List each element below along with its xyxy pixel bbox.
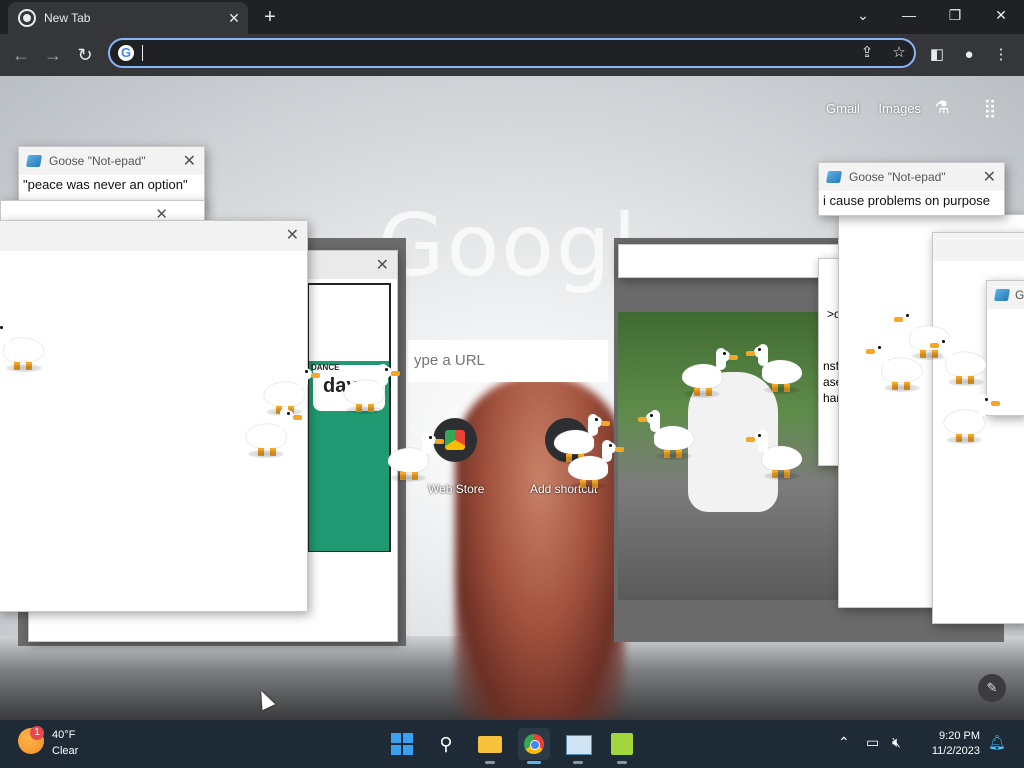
weather-temp[interactable]: 40°F <box>52 729 75 741</box>
chrome-icon <box>18 9 36 27</box>
tab-strip: New Tab ✕ + ⌄ — ❐ ✕ <box>0 0 1024 34</box>
chrome-taskbar-icon[interactable] <box>518 728 550 764</box>
goose-icon <box>382 432 444 482</box>
search-box[interactable]: ype a URL <box>408 340 608 382</box>
goose-photo-titlebar[interactable] <box>618 244 850 278</box>
minimize-button[interactable]: — <box>886 0 932 30</box>
web-store-label: Web Store <box>428 482 485 496</box>
labs-flask-icon[interactable]: ⚗ <box>932 98 952 118</box>
tab-title: New Tab <box>44 11 91 25</box>
goose-icon <box>746 430 808 480</box>
google-icon: G <box>118 45 134 61</box>
tab-search-button[interactable]: ⌄ <box>840 0 886 30</box>
forward-button[interactable]: → <box>40 42 66 68</box>
notepad-text[interactable]: "peace was never an option" <box>19 175 204 194</box>
close-tab-button[interactable]: ✕ <box>224 8 244 28</box>
reload-button[interactable]: ↻ <box>72 42 98 68</box>
close-icon[interactable]: ✕ <box>983 167 996 187</box>
notification-bell-icon[interactable]: 🔔︎ <box>988 734 1006 751</box>
tab-new-tab[interactable]: New Tab ✕ <box>8 2 248 34</box>
search-icon[interactable]: ⚲ <box>430 728 462 760</box>
goose-icon <box>240 408 302 458</box>
restore-button[interactable]: ❐ <box>932 0 978 30</box>
notepad-icon <box>825 171 843 183</box>
new-tab-button[interactable]: + <box>258 5 282 29</box>
close-icon[interactable]: ✕ <box>376 255 389 275</box>
window-titlebar[interactable] <box>933 233 1024 261</box>
file-explorer-icon[interactable] <box>474 728 506 764</box>
taskbar: 1 40°F Clear ⚲ ⌃ ▭ 🔇︎ 9:20 PM 11/2/2023 … <box>0 720 1024 768</box>
profile-icon[interactable]: ● <box>956 42 982 68</box>
side-panel-icon[interactable]: ◧ <box>924 42 950 68</box>
top-links: Gmail Images <box>812 100 921 118</box>
apps-grid-icon[interactable]: ⣿ <box>980 98 1000 118</box>
windows-start-icon[interactable] <box>386 728 418 760</box>
window-titlebar[interactable]: Goose "Not-epad" ✕ <box>19 147 204 175</box>
weather-badge: 1 <box>30 726 44 740</box>
weather-condition[interactable]: Clear <box>52 745 78 757</box>
bookmark-star-icon[interactable]: ☆ <box>886 40 912 66</box>
window-titlebar[interactable]: Goose "Not-epad" ✕ <box>819 163 1004 191</box>
goose-icon <box>338 364 400 414</box>
volume-muted-icon[interactable]: 🔇︎ <box>892 734 901 751</box>
close-icon[interactable]: ✕ <box>183 151 196 171</box>
images-link[interactable]: Images <box>878 101 921 116</box>
browser-toolbar: ← → ↻ G ⇪ ☆ ◧ ● ⋮ <box>0 34 1024 76</box>
close-window-button[interactable]: ✕ <box>978 0 1024 30</box>
meme-image: day DANCE <box>307 283 391 552</box>
close-icon[interactable]: ✕ <box>286 225 299 245</box>
goose-icon <box>930 336 992 386</box>
omnibox-input[interactable] <box>146 43 850 65</box>
menu-kebab-icon[interactable]: ⋮ <box>988 42 1014 68</box>
text-caret <box>142 45 143 61</box>
goose-icon <box>0 322 50 372</box>
google-logo: Googl <box>378 196 639 296</box>
window-title: Goose "Not-epad" <box>849 170 946 184</box>
notepad-text[interactable]: i cause problems on purpose <box>819 191 1004 210</box>
window-titlebar[interactable]: ✕ <box>0 221 307 251</box>
window-title: Goose "Not-epad" <box>49 154 146 168</box>
window-titlebar[interactable]: G <box>987 281 1024 309</box>
goose-notepad-window-2[interactable]: Goose "Not-epad" ✕ i cause problems on p… <box>818 162 1005 216</box>
network-icon[interactable]: ▭ <box>866 734 879 751</box>
desktop-goose-icon[interactable] <box>606 728 638 764</box>
goose-icon <box>638 410 700 460</box>
goose-icon <box>562 440 624 490</box>
address-bar[interactable]: G ⇪ ☆ <box>108 38 916 68</box>
notepad-icon <box>25 155 43 167</box>
share-icon[interactable]: ⇪ <box>854 40 880 66</box>
search-placeholder: ype a URL <box>414 352 485 369</box>
clock-date[interactable]: 11/2/2023 <box>932 745 980 757</box>
clock-time[interactable]: 9:20 PM <box>939 730 980 742</box>
goose-icon <box>746 344 808 394</box>
customize-pencil-icon[interactable]: ✎ <box>978 674 1006 702</box>
window-title: G <box>1015 288 1024 302</box>
goose-notepad-window[interactable]: Goose "Not-epad" ✕ "peace was never an o… <box>18 146 205 208</box>
gmail-link[interactable]: Gmail <box>826 101 860 116</box>
back-button[interactable]: ← <box>8 42 34 68</box>
goose-icon <box>938 394 1000 444</box>
goose-icon <box>676 348 738 398</box>
task-manager-icon[interactable] <box>562 728 594 764</box>
chrome-web-store-icon <box>445 430 465 450</box>
chevron-up-icon[interactable]: ⌃ <box>838 734 850 751</box>
notepad-icon <box>993 289 1011 301</box>
fragment-text: nsf <box>823 359 840 373</box>
